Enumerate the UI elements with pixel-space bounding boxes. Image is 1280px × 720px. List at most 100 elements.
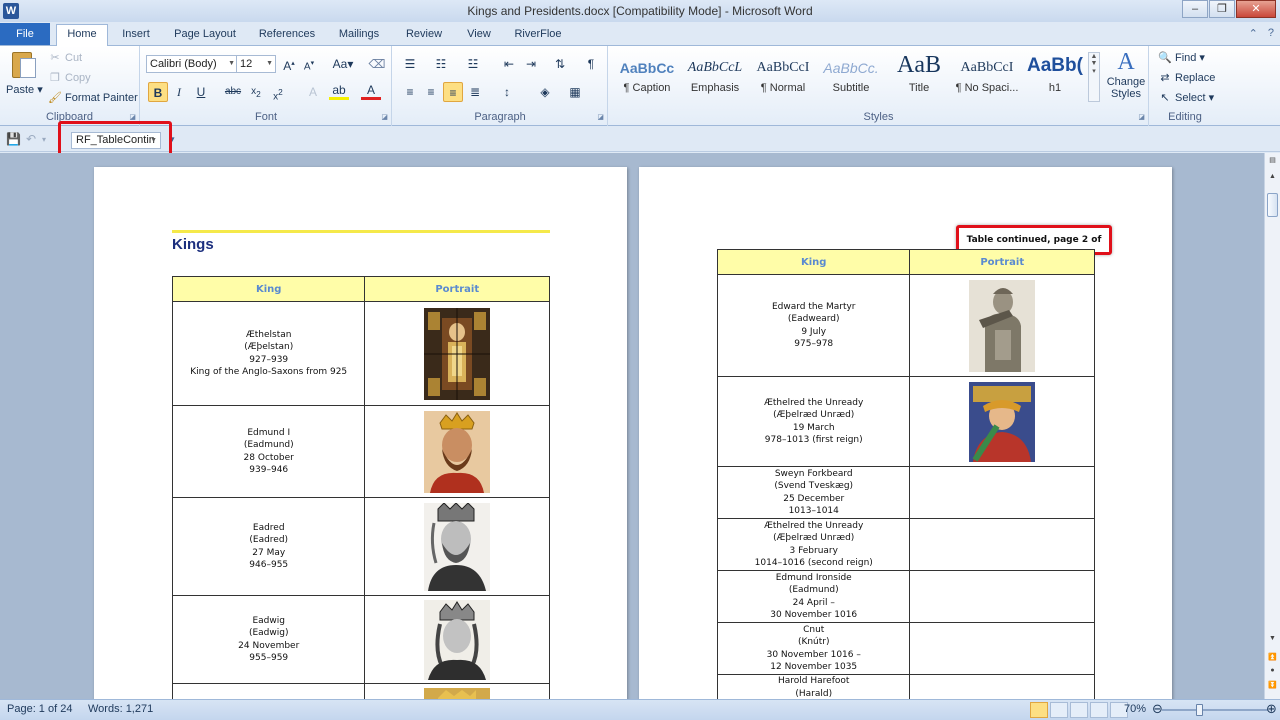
- ruler-toggle-icon[interactable]: ▤: [1267, 156, 1278, 168]
- tab-insert[interactable]: Insert: [115, 25, 157, 46]
- portrait-cell: [909, 274, 1095, 377]
- clear-formatting-icon[interactable]: ⌫: [367, 54, 387, 74]
- dialog-launcher-icon[interactable]: ◪: [597, 113, 604, 121]
- column-header: King: [171, 276, 366, 302]
- portrait-cell: [909, 622, 1095, 675]
- title-bar: W Kings and Presidents.docx [Compatibili…: [0, 0, 1280, 22]
- paste-button[interactable]: [8, 50, 38, 80]
- next-page-icon[interactable]: ⏬: [1267, 681, 1278, 693]
- font-name-box[interactable]: Calibri (Body) ▼: [146, 55, 238, 73]
- table-row: Harold Harefoot (Harald): [716, 674, 1095, 699]
- change-case-icon[interactable]: Aa▾: [330, 54, 356, 74]
- king-cell: Eadwig (Eadwig) 24 November 955–959: [171, 595, 366, 684]
- dialog-launcher-icon[interactable]: ◪: [1138, 113, 1145, 121]
- web-layout-view-icon[interactable]: [1070, 702, 1088, 718]
- cut-button[interactable]: ✂ Cut: [48, 51, 82, 65]
- style-emphasis[interactable]: AaBbCcL Emphasis: [682, 50, 748, 102]
- tab-review[interactable]: Review: [402, 25, 446, 46]
- tab-page-layout[interactable]: Page Layout: [170, 25, 240, 46]
- font-color-icon[interactable]: A: [361, 82, 381, 100]
- superscript-button[interactable]: x2: [268, 82, 288, 102]
- dialog-launcher-icon[interactable]: ◪: [129, 113, 136, 121]
- multilevel-list-icon[interactable]: ☳: [463, 54, 483, 74]
- chevron-up-icon[interactable]: ⌃: [1249, 27, 1258, 40]
- zoom-slider-thumb[interactable]: [1195, 704, 1203, 716]
- style-caption[interactable]: AaBbCc ¶ Caption: [614, 50, 680, 102]
- zoom-slider[interactable]: [1162, 709, 1268, 711]
- dialog-launcher-icon[interactable]: ◪: [381, 113, 388, 121]
- tab-file[interactable]: File: [0, 23, 50, 45]
- portrait-image: [424, 410, 491, 493]
- browse-object-icon[interactable]: ●: [1267, 667, 1278, 679]
- paste-label[interactable]: Paste ▾: [6, 83, 43, 96]
- tab-riverfloe[interactable]: RiverFloe: [511, 25, 565, 46]
- scroll-up-icon[interactable]: ▲: [1267, 173, 1278, 185]
- outline-view-icon[interactable]: [1090, 702, 1108, 718]
- quick-access-toolbar: 💾 ↶ ▾ RF_TableContin ▼ ▾: [0, 127, 1280, 152]
- undo-icon[interactable]: ↶: [26, 132, 36, 146]
- find-button[interactable]: 🔍 Find ▾: [1158, 51, 1205, 65]
- zoom-in-icon[interactable]: ⊕: [1266, 701, 1277, 717]
- bold-button[interactable]: B: [148, 82, 168, 102]
- vertical-scrollbar[interactable]: ▤ ▲ ▼ ⏫ ● ⏬: [1264, 153, 1280, 699]
- text-effects-icon[interactable]: A: [303, 82, 323, 102]
- word-count[interactable]: Words: 1,271: [88, 703, 153, 715]
- format-painter-button[interactable]: 🖌 Format Painter: [48, 91, 138, 105]
- font-size-box[interactable]: 12 ▼: [236, 55, 276, 73]
- style-no-spacing[interactable]: AaBbCcI ¶ No Spaci...: [954, 50, 1020, 102]
- clipboard-group: Paste ▾ ✂ Cut ❐ Copy 🖌 Format Painter Clipb…: [0, 46, 140, 126]
- tab-home[interactable]: Home: [56, 24, 108, 47]
- italic-button[interactable]: I: [169, 82, 189, 102]
- zoom-level[interactable]: 70%: [1124, 703, 1146, 715]
- previous-page-icon[interactable]: ⏫: [1267, 653, 1278, 665]
- line-spacing-icon[interactable]: ↕: [497, 82, 517, 102]
- style-subtitle[interactable]: AaBbCc. Subtitle: [818, 50, 884, 102]
- style-gallery-scroll[interactable]: ▲ ▼ ▾: [1088, 52, 1100, 102]
- numbering-icon[interactable]: ☷: [431, 54, 451, 74]
- close-button[interactable]: ✕: [1236, 0, 1276, 18]
- portrait-image: [424, 599, 491, 680]
- align-right-icon[interactable]: ≡: [443, 82, 463, 102]
- copy-button[interactable]: ❐ Copy: [48, 71, 91, 85]
- scroll-thumb[interactable]: [1267, 193, 1278, 217]
- justify-icon[interactable]: ≣: [465, 82, 485, 102]
- help-icon[interactable]: ?: [1268, 27, 1274, 40]
- strikethrough-button[interactable]: abc: [223, 82, 243, 102]
- align-left-icon[interactable]: ≡: [400, 82, 420, 102]
- change-styles-button[interactable]: A Change Styles: [1104, 48, 1148, 100]
- shading-icon[interactable]: ◈: [535, 82, 555, 102]
- tab-mailings[interactable]: Mailings: [333, 25, 385, 46]
- style-h1[interactable]: AaBb(h1: [1022, 50, 1088, 102]
- portrait-image: [424, 502, 491, 591]
- tab-references[interactable]: References: [255, 25, 319, 46]
- undo-dropdown-icon[interactable]: ▾: [42, 135, 46, 144]
- print-layout-view-icon[interactable]: [1030, 702, 1048, 718]
- increase-indent-icon[interactable]: ⇥: [521, 54, 541, 74]
- scroll-down-icon[interactable]: ▼: [1267, 635, 1278, 647]
- sort-icon[interactable]: ⇅: [550, 54, 570, 74]
- style-title[interactable]: AaB Title: [886, 50, 952, 102]
- portrait-cell: [364, 301, 550, 406]
- restore-button[interactable]: ❐: [1209, 0, 1235, 18]
- show-marks-icon[interactable]: ¶: [581, 54, 601, 74]
- replace-button[interactable]: ⇄ Replace: [1158, 71, 1215, 85]
- highlight-color-icon[interactable]: ab: [329, 82, 349, 100]
- select-button[interactable]: ↖ Select ▾: [1158, 91, 1214, 105]
- decrease-indent-icon[interactable]: ⇤: [499, 54, 519, 74]
- shrink-font-icon[interactable]: A▾: [299, 54, 319, 74]
- grow-font-icon[interactable]: A▴: [279, 54, 299, 74]
- save-icon[interactable]: 💾: [6, 132, 21, 146]
- borders-icon[interactable]: ▦: [565, 82, 585, 102]
- style-name: h1: [1048, 82, 1062, 94]
- underline-button[interactable]: U: [191, 82, 211, 102]
- full-screen-view-icon[interactable]: [1050, 702, 1068, 718]
- bullets-icon[interactable]: ☰: [400, 54, 420, 74]
- portrait-image: [424, 307, 491, 400]
- tab-view[interactable]: View: [462, 25, 496, 46]
- style-sample: AaBbCc.: [823, 60, 879, 76]
- align-center-icon[interactable]: ≡: [421, 82, 441, 102]
- page-count[interactable]: Page: 1 of 24: [7, 703, 72, 715]
- subscript-button[interactable]: x2: [246, 82, 266, 102]
- style-normal[interactable]: AaBbCcI ¶ Normal: [750, 50, 816, 102]
- minimize-button[interactable]: –: [1182, 0, 1208, 18]
